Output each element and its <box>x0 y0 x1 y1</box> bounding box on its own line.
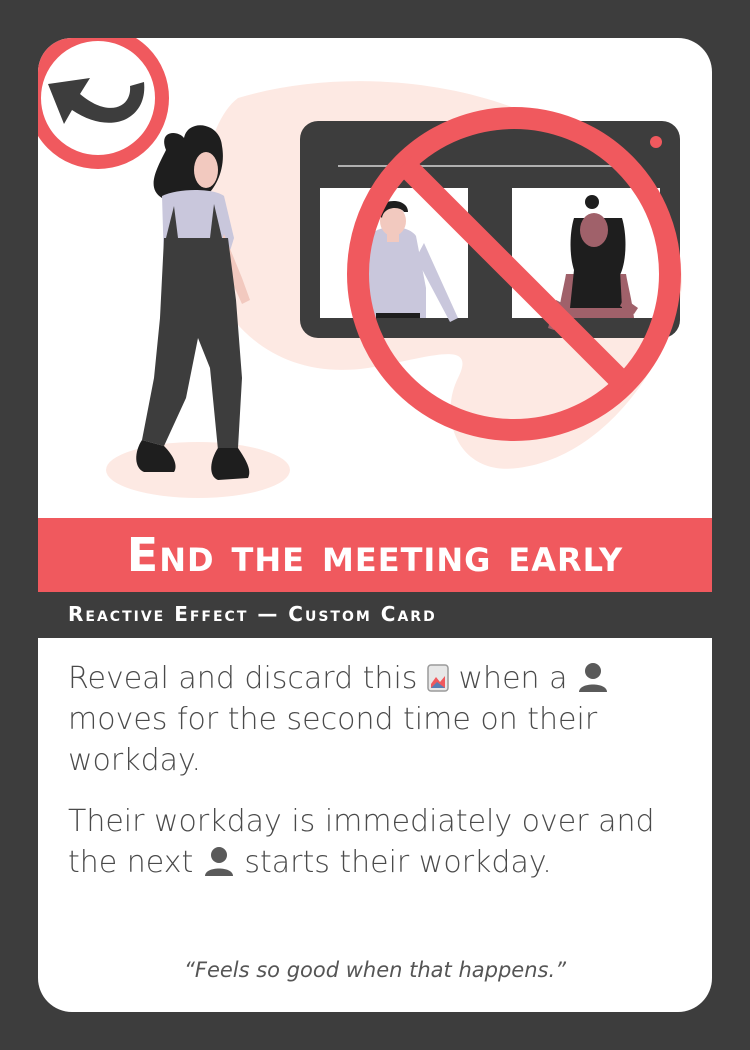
card-type-line: Reactive Effect — Custom Card <box>68 602 437 626</box>
title-band: End the meeting early <box>38 518 712 592</box>
rules-text-part: moves for the second time on their workd… <box>68 702 598 778</box>
person-icon <box>204 847 233 876</box>
rules-text-part: Reveal and discard this <box>68 661 418 696</box>
game-card[interactable]: End the meeting early Reactive Effect — … <box>38 38 712 1012</box>
type-band: Reactive Effect — Custom Card <box>38 592 712 638</box>
card-icon <box>427 664 449 692</box>
flavor-text: “Feels so good when that happens.” <box>183 958 567 982</box>
card-title: End the meeting early <box>126 528 624 582</box>
rules-text: Reveal and discard this when a moves for… <box>68 658 688 903</box>
person-icon <box>579 663 608 692</box>
return-arrow-icon <box>38 38 169 169</box>
rules-text-part: when a <box>458 661 568 696</box>
rules-paragraph-2: Their workday is immediately over and th… <box>68 801 688 883</box>
floor-shadow <box>106 442 290 498</box>
rules-text-part: starts their workday. <box>244 845 552 880</box>
rules-paragraph-1: Reveal and discard this when a moves for… <box>68 658 688 781</box>
